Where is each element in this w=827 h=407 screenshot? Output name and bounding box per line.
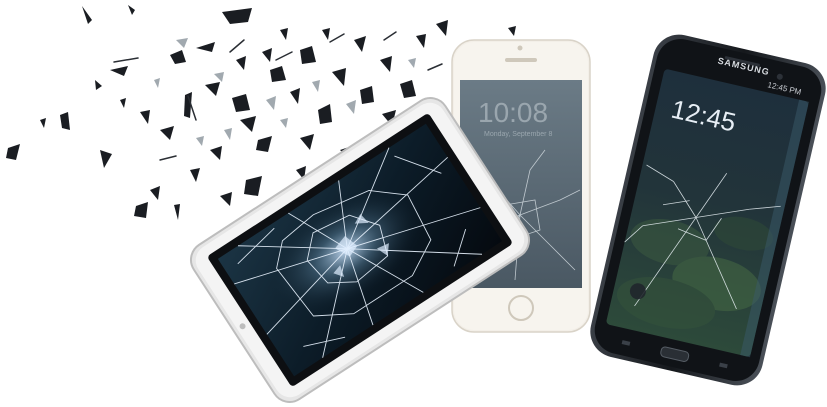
scene-illustration: 12:45 12:45 PM SAMSUNG 10:08 Monday, Sep… [6,5,826,403]
iphone-clock: 10:08 [478,97,548,128]
samsung-phone: 12:45 12:45 PM SAMSUNG [590,34,826,386]
cracked-devices-scene: 12:45 12:45 PM SAMSUNG 10:08 Monday, Sep… [0,0,827,407]
iphone-date: Monday, September 8 [484,131,552,138]
iphone-camera [517,45,523,51]
iphone-earpiece [505,58,537,62]
